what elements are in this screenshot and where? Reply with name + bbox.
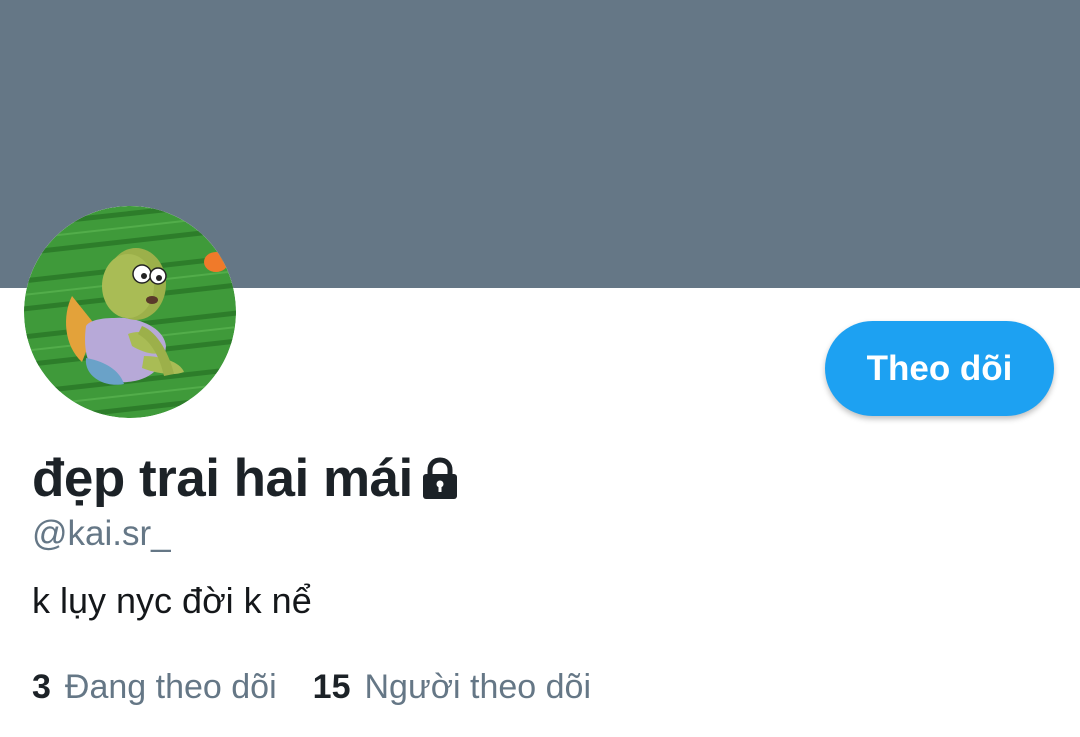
followers-count: 15 bbox=[312, 668, 351, 706]
avatar-image bbox=[24, 206, 236, 418]
followers-label: Người theo dõi bbox=[364, 668, 591, 706]
following-count: 3 bbox=[32, 668, 51, 706]
profile-name-row: đẹp trai hai mái bbox=[32, 448, 461, 509]
following-label: Đang theo dõi bbox=[64, 668, 277, 706]
follow-button[interactable]: Theo dõi bbox=[825, 321, 1054, 416]
profile-stats: 3 Đang theo dõi 15 Người theo dõi bbox=[32, 668, 627, 707]
profile-handle: @kai.sr_ bbox=[32, 514, 171, 553]
profile-page: Theo dõi đẹp trai hai mái @kai.sr_ k lụy… bbox=[0, 0, 1080, 737]
display-name: đẹp trai hai mái bbox=[32, 449, 413, 508]
following-stat[interactable]: 3 Đang theo dõi bbox=[32, 668, 277, 707]
avatar[interactable] bbox=[24, 206, 236, 418]
followers-stat[interactable]: 15 Người theo dõi bbox=[313, 668, 591, 707]
lock-icon bbox=[419, 457, 461, 506]
profile-bio: k lụy nyc đời k nể bbox=[32, 580, 312, 621]
